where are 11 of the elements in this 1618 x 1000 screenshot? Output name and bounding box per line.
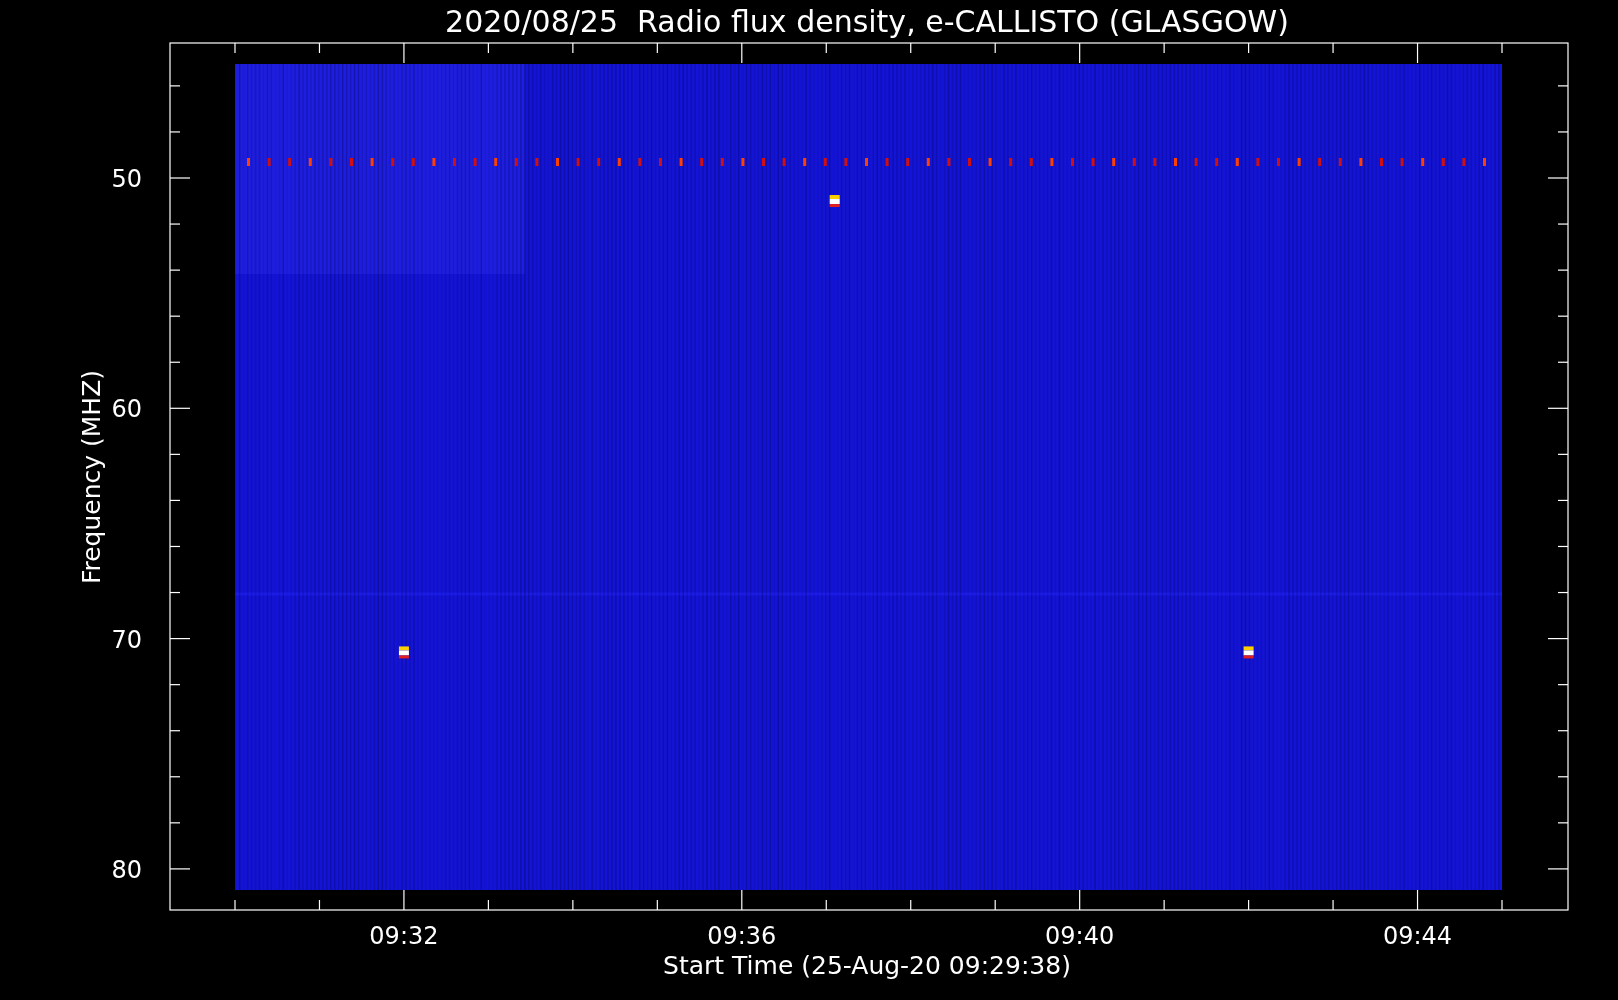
y-tick-label: 50 <box>111 165 142 193</box>
chart-title: 2020/08/25 Radio flux density, e-CALLISTO (GLASGOW) <box>445 4 1289 39</box>
x-tick-label: 09:36 <box>707 922 777 950</box>
x-tick-label: 09:32 <box>369 922 439 950</box>
y-tick-label: 70 <box>111 625 142 654</box>
x-tick-label: 09:44 <box>1382 922 1453 950</box>
y-tick-label: 80 <box>111 855 142 884</box>
y-tick-label: 60 <box>111 395 142 424</box>
y-axis-label: Frequency (MHZ) <box>77 369 106 585</box>
x-tick-label: 09:40 <box>1045 922 1115 950</box>
x-axis-label: Start Time (25-Aug-20 09:29:38) <box>663 951 1071 980</box>
